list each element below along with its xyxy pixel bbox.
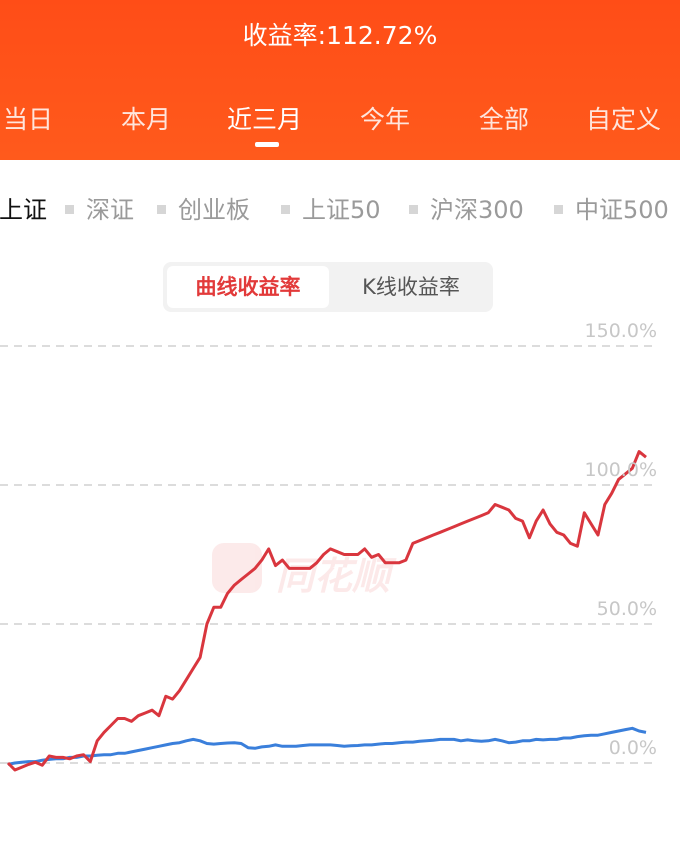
y-tick-label: 150.0% xyxy=(584,320,657,342)
y-tick-label: 100.0% xyxy=(584,459,657,481)
strategy-return-line xyxy=(6,450,647,772)
return-chart xyxy=(0,345,658,772)
y-tick-label: 0.0% xyxy=(608,737,657,759)
y-tick-label: 50.0% xyxy=(596,598,657,620)
